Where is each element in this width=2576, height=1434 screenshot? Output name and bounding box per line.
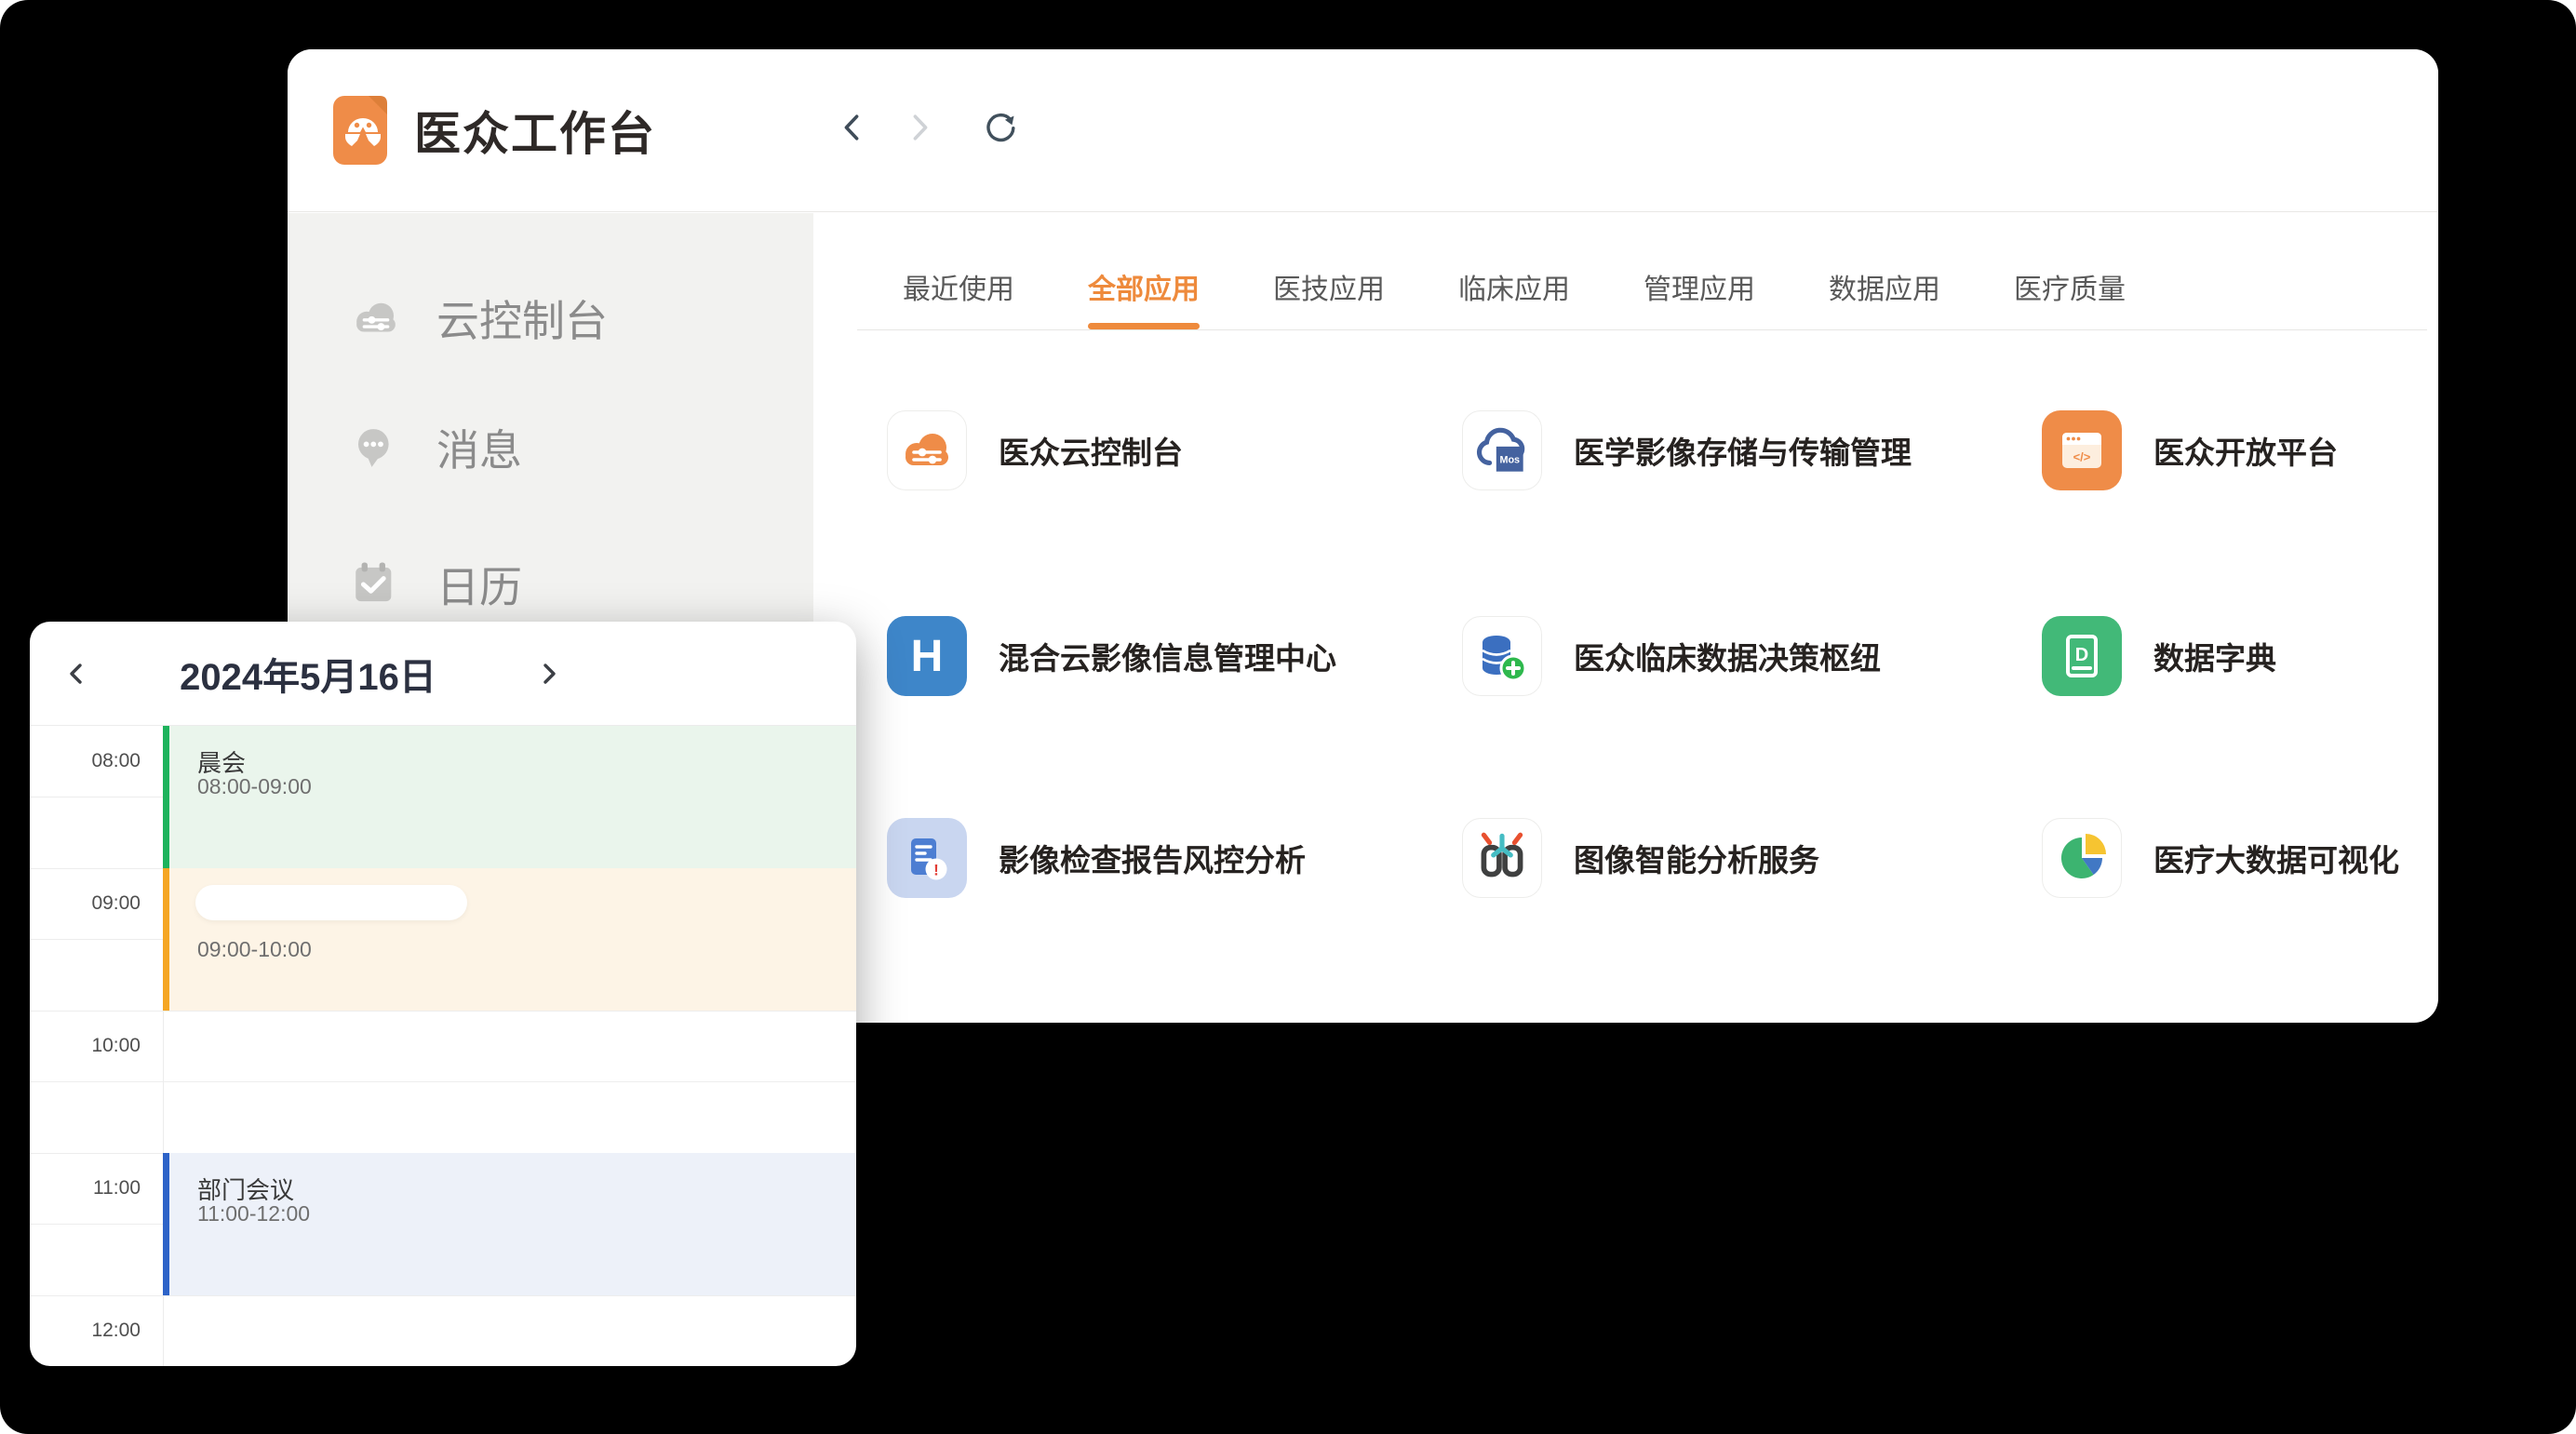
app-label: 医众云控制台 (999, 428, 1183, 473)
hybrid-cloud-icon: H (887, 616, 967, 696)
data-dictionary-icon: D (2042, 616, 2122, 696)
chevron-left-icon (833, 108, 872, 147)
sidebar-item-label: 日历 (436, 554, 522, 615)
event-time-range: 08:00-09:00 (197, 774, 312, 799)
time-label: 11:00 (30, 1177, 163, 1199)
svg-text:D: D (2075, 645, 2088, 665)
calendar-event-morning-meeting[interactable]: 晨会 08:00-09:00 (163, 726, 856, 868)
app-logo-icon (333, 96, 387, 165)
grid-line (30, 1081, 856, 1082)
grid-line (30, 1011, 856, 1012)
tab-all-apps[interactable]: 全部应用 (1088, 273, 1200, 329)
calendar-next-day-button[interactable] (528, 653, 569, 694)
calendar-date-label: 2024年5月16日 (180, 622, 436, 726)
tab-recent[interactable]: 最近使用 (903, 273, 1014, 329)
mos-cloud-icon: Mos (1462, 410, 1542, 490)
app-label: 数据字典 (2153, 634, 2276, 678)
app-image-storage-transfer[interactable]: Mos 医学影像存储与传输管理 (1462, 410, 1912, 490)
tab-data-apps[interactable]: 数据应用 (1829, 273, 1940, 329)
event-time-range: 11:00-12:00 (197, 1201, 310, 1226)
app-label: 医疗大数据可视化 (2153, 836, 2399, 880)
calendar-icon (349, 557, 403, 611)
calendar-header: 2024年5月16日 (30, 622, 856, 726)
redacted-title-pill (195, 885, 467, 920)
pie-chart-icon (2042, 818, 2122, 898)
open-platform-icon: </> (2042, 410, 2122, 490)
chevron-right-icon (900, 108, 939, 147)
event-time-range: 09:00-10:00 (197, 937, 312, 962)
calendar-day-grid: 08:00 09:00 10:00 11:00 12:00 晨会 08:00-0… (30, 726, 856, 1366)
app-label: 影像检查报告风控分析 (999, 836, 1306, 880)
chevron-right-icon (533, 659, 563, 689)
calendar-event-department-meeting[interactable]: 部门会议 11:00-12:00 (163, 1153, 856, 1295)
tab-clinical-apps[interactable]: 临床应用 (1458, 273, 1570, 329)
sidebar-item-messages[interactable]: 消息 (349, 418, 522, 477)
sidebar-item-label: 云控制台 (436, 288, 608, 349)
app-label: 混合云影像信息管理中心 (999, 634, 1336, 678)
time-label: 08:00 (30, 750, 163, 772)
app-label: 医学影像存储与传输管理 (1574, 428, 1912, 473)
app-label: 医众开放平台 (2153, 428, 2338, 473)
app-data-dictionary[interactable]: D 数据字典 (2042, 616, 2276, 696)
sidebar-item-label: 消息 (436, 417, 522, 478)
tab-management-apps[interactable]: 管理应用 (1644, 273, 1755, 329)
nav-back-button[interactable] (832, 107, 873, 148)
message-icon (349, 421, 403, 475)
time-label: 12:00 (30, 1320, 163, 1342)
screenshot-canvas: 医众工作台 (0, 0, 2576, 1434)
cloud-console-icon (349, 291, 403, 345)
calendar-event-redacted[interactable]: 09:00-10:00 (163, 868, 856, 1011)
refresh-icon (978, 107, 1019, 148)
tab-medtech-apps[interactable]: 医技应用 (1273, 273, 1385, 329)
tabs-divider (857, 329, 2427, 330)
app-hybrid-cloud-imaging[interactable]: H 混合云影像信息管理中心 (887, 616, 1336, 696)
app-report-risk-analysis[interactable]: ! 影像检查报告风控分析 (887, 818, 1306, 898)
app-label: 图像智能分析服务 (1574, 836, 1819, 880)
report-risk-icon: ! (887, 818, 967, 898)
cloud-console-icon (887, 410, 967, 490)
app-image-ai-analysis[interactable]: 图像智能分析服务 (1462, 818, 1819, 898)
sidebar-item-calendar[interactable]: 日历 (349, 555, 522, 614)
letter-h-badge: H (911, 631, 944, 682)
nav-refresh-button[interactable] (978, 107, 1019, 148)
app-category-tabs: 最近使用 全部应用 医技应用 临床应用 管理应用 数据应用 医疗质量 (903, 273, 2126, 329)
time-label: 09:00 (30, 892, 163, 915)
clinical-data-hub-icon (1462, 616, 1542, 696)
svg-text:Mos: Mos (1499, 454, 1520, 465)
window-header: 医众工作台 (288, 49, 2438, 212)
app-clinical-data-hub[interactable]: 医众临床数据决策枢纽 (1462, 616, 1881, 696)
calendar-prev-day-button[interactable] (57, 653, 98, 694)
svg-text:</>: </> (2073, 450, 2091, 464)
lungs-ai-icon (1462, 818, 1542, 898)
svg-text:!: ! (933, 862, 939, 879)
grid-line (30, 1295, 856, 1296)
tab-medical-quality[interactable]: 医疗质量 (2014, 273, 2126, 329)
nav-forward-button[interactable] (899, 107, 940, 148)
app-open-platform[interactable]: </> 医众开放平台 (2042, 410, 2338, 490)
app-big-data-visualization[interactable]: 医疗大数据可视化 (2042, 818, 2399, 898)
sidebar-item-cloud-console[interactable]: 云控制台 (349, 288, 608, 348)
time-label: 10:00 (30, 1035, 163, 1057)
app-label: 医众临床数据决策枢纽 (1574, 634, 1881, 678)
window-title: 医众工作台 (414, 96, 656, 165)
app-cloud-console[interactable]: 医众云控制台 (887, 410, 1183, 490)
calendar-panel: 2024年5月16日 08:00 09:00 10:00 11:00 12: (30, 622, 856, 1366)
chevron-left-icon (62, 659, 92, 689)
